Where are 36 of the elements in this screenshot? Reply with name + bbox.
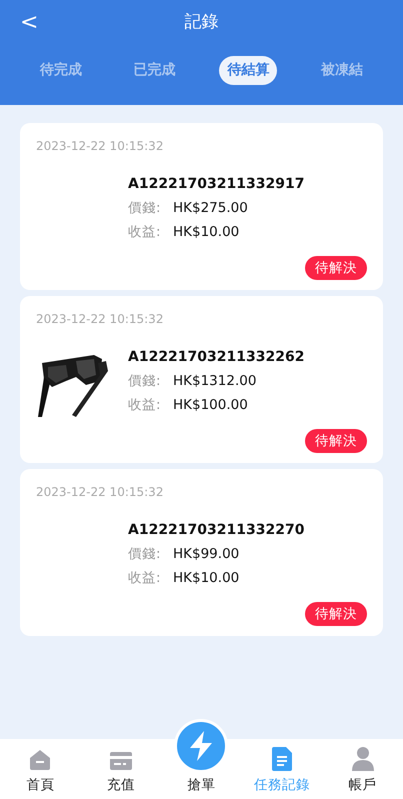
profit-label: 收益: bbox=[128, 568, 162, 588]
nav-item[interactable]: 帳戶 bbox=[322, 739, 403, 799]
profit-value: HK$100.00 bbox=[173, 396, 248, 412]
price-label: 價錢: bbox=[128, 198, 162, 218]
status-button[interactable]: 待解決 bbox=[305, 602, 367, 626]
nav-item[interactable]: 首頁 bbox=[0, 739, 81, 799]
card-icon bbox=[110, 750, 132, 771]
status-button[interactable]: 待解決 bbox=[305, 428, 367, 453]
user-icon bbox=[352, 746, 374, 771]
profit-label: 收益: bbox=[128, 222, 162, 242]
price-label: 價錢: bbox=[128, 544, 162, 564]
profit-label: 收益: bbox=[128, 396, 162, 414]
price-label: 價錢: bbox=[128, 372, 162, 390]
home-icon bbox=[29, 748, 52, 771]
order-number: A12221703211332270 bbox=[128, 520, 304, 540]
order-number: A12221703211332917 bbox=[128, 174, 304, 194]
nav-item[interactable]: 任務記錄 bbox=[242, 739, 322, 799]
tab[interactable]: 被凍結 bbox=[313, 56, 372, 85]
back-button[interactable]: < bbox=[14, 6, 44, 39]
price-value: HK$275.00 bbox=[173, 200, 248, 216]
tab[interactable]: 待完成 bbox=[32, 56, 90, 85]
order-number: A12221703211332262 bbox=[128, 348, 304, 366]
nav-item[interactable]: 充值 bbox=[80, 739, 162, 799]
order-time: 2023-12-22 10:15:32 bbox=[36, 484, 164, 501]
profit-value: HK$10.00 bbox=[173, 570, 240, 586]
tab[interactable]: 待結算 bbox=[219, 56, 278, 85]
status-button[interactable]: 待解決 bbox=[305, 256, 367, 280]
tab[interactable]: 已完成 bbox=[126, 56, 184, 85]
nav-item[interactable]: 搶單 bbox=[161, 717, 242, 799]
profit-value: HK$10.00 bbox=[173, 224, 240, 240]
document-icon bbox=[272, 746, 292, 771]
price-value: HK$99.00 bbox=[173, 546, 240, 562]
price-value: HK$1312.00 bbox=[173, 372, 256, 388]
order-time: 2023-12-22 10:15:32 bbox=[36, 311, 164, 328]
page-title: 記錄 bbox=[184, 12, 218, 32]
order-time: 2023-12-22 10:15:32 bbox=[36, 138, 164, 155]
